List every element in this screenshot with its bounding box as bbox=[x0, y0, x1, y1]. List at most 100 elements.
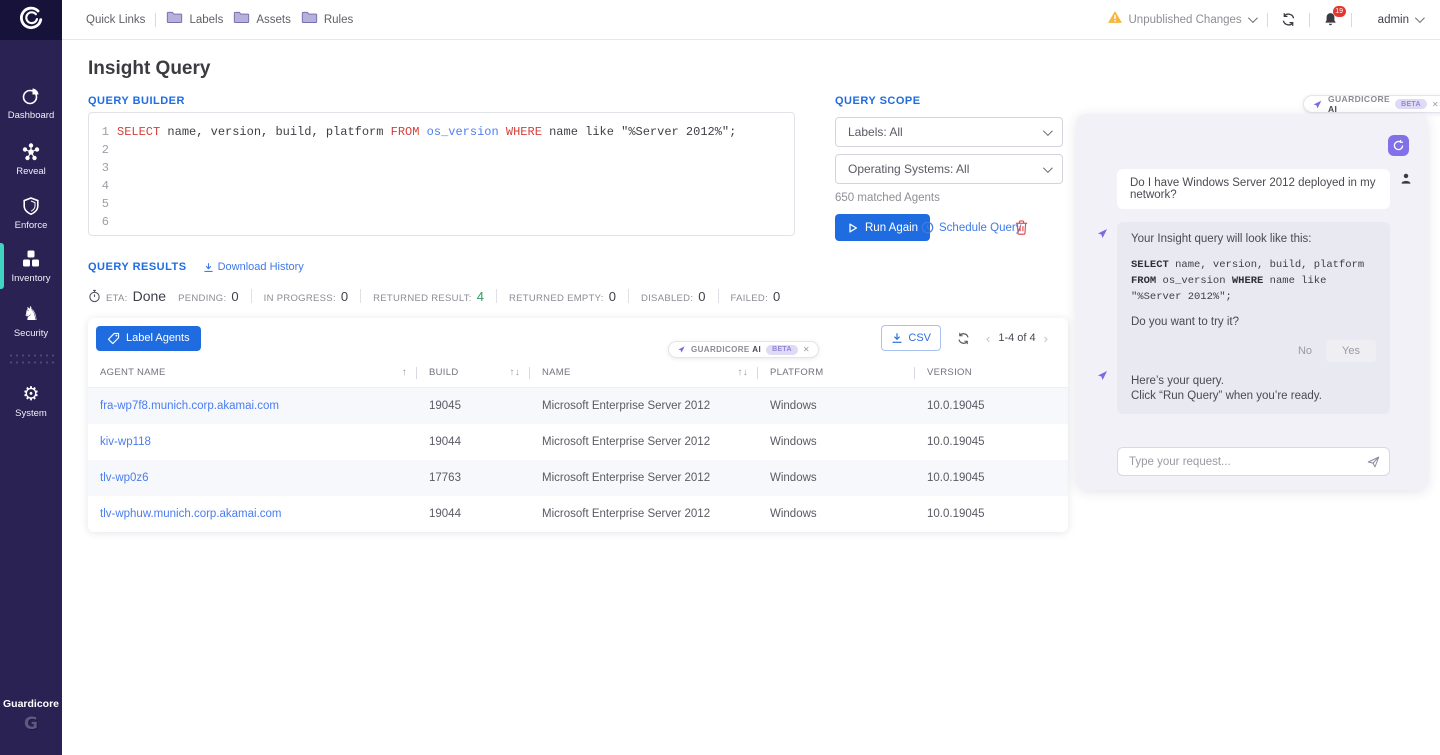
divider bbox=[496, 289, 497, 303]
column-header-platform[interactable]: PLATFORM bbox=[758, 358, 915, 387]
folder-icon bbox=[301, 10, 318, 29]
unpublished-changes-menu[interactable]: Unpublished Changes bbox=[1107, 10, 1255, 29]
sidebar-item-reveal[interactable]: Reveal bbox=[0, 142, 62, 177]
labels-filter-dropdown[interactable]: Labels: All bbox=[835, 117, 1063, 147]
stat-label: PENDING: bbox=[178, 293, 226, 304]
chat-input[interactable] bbox=[1129, 456, 1366, 468]
restart-conversation-button[interactable] bbox=[1388, 135, 1409, 156]
stat-label: RETURNED RESULT: bbox=[373, 293, 472, 304]
table-header-row: AGENT NAME ↑ BUILD ↑↓ NAME ↑↓ PLATFORM V… bbox=[88, 358, 1068, 388]
query-results-section-title: QUERY RESULTS bbox=[88, 261, 187, 273]
sort-both-icon[interactable]: ↑↓ bbox=[509, 367, 520, 378]
quick-links[interactable]: Quick Links bbox=[86, 14, 145, 26]
stat-label: ETA: bbox=[106, 293, 128, 304]
sql-keyword: SELECT bbox=[117, 125, 160, 139]
sidebar-item-security[interactable]: ♞ Security bbox=[0, 304, 62, 339]
ai-chip-label: GUARDICORE AI bbox=[1328, 94, 1390, 114]
stat-value: 0 bbox=[609, 289, 616, 304]
sql-keyword: SELECT bbox=[1131, 259, 1169, 271]
schedule-query-link[interactable]: Schedule Query bbox=[921, 221, 1021, 234]
stat-value: 0 bbox=[341, 289, 348, 304]
guardicore-ai-chip[interactable]: GUARDICORE AI BETA ✕ bbox=[668, 341, 819, 358]
close-icon[interactable]: ✕ bbox=[1432, 100, 1439, 109]
stat-label: DISABLED: bbox=[641, 293, 693, 304]
akamai-guardicore-logo[interactable] bbox=[0, 0, 62, 40]
sidebar-item-system[interactable]: ⚙ System bbox=[0, 384, 62, 419]
column-header-version[interactable]: VERSION bbox=[915, 358, 1068, 387]
tag-icon bbox=[107, 332, 120, 345]
sort-both-icon[interactable]: ↑↓ bbox=[737, 367, 748, 378]
user-message-bubble: Do I have Windows Server 2012 deployed i… bbox=[1117, 169, 1390, 209]
agent-link[interactable]: tlv-wphuw.munich.corp.akamai.com bbox=[100, 508, 282, 520]
stat-returned-empty: RETURNED EMPTY:0 bbox=[509, 289, 616, 304]
sidebar-item-enforce[interactable]: Enforce bbox=[0, 196, 62, 231]
nav-rules[interactable]: Rules bbox=[301, 10, 353, 29]
cell-version: 10.0.19045 bbox=[915, 400, 1068, 412]
table-row[interactable]: fra-wp7f8.munich.corp.akamai.com 19045 M… bbox=[88, 388, 1068, 424]
column-header-build[interactable]: BUILD ↑↓ bbox=[417, 358, 530, 387]
label-agents-button[interactable]: Label Agents bbox=[96, 326, 201, 351]
pagination-next-icon[interactable]: › bbox=[1044, 331, 1048, 346]
sidebar: Dashboard Reveal Enforce Inventory ♞ Sec… bbox=[0, 0, 62, 755]
sql-query-editor[interactable]: 1 SELECT name, version, build, platform … bbox=[88, 112, 795, 236]
line-number: 3 bbox=[97, 159, 109, 177]
run-again-button[interactable]: Run Again bbox=[835, 214, 930, 241]
sidebar-item-dashboard[interactable]: Dashboard bbox=[0, 86, 62, 121]
delete-query-button[interactable] bbox=[1014, 219, 1029, 241]
column-header-agent-name[interactable]: AGENT NAME ↑ bbox=[88, 358, 417, 387]
download-history-label: Download History bbox=[218, 261, 304, 273]
yes-button[interactable]: Yes bbox=[1326, 340, 1376, 362]
guardicore-brand-text: Guardicore bbox=[0, 698, 62, 710]
download-history-link[interactable]: Download History bbox=[203, 261, 304, 273]
network-graph-icon bbox=[21, 142, 41, 162]
table-toolbar: Label Agents GUARDICORE AI BETA ✕ CSV ‹ bbox=[88, 318, 1068, 358]
cell-agent-name: tlv-wphuw.munich.corp.akamai.com bbox=[88, 508, 417, 520]
cell-version: 10.0.19045 bbox=[915, 472, 1068, 484]
table-row[interactable]: tlv-wp0z6 17763 Microsoft Enterprise Ser… bbox=[88, 460, 1068, 496]
nav-assets[interactable]: Assets bbox=[233, 10, 291, 29]
cell-name: Microsoft Enterprise Server 2012 bbox=[530, 400, 758, 412]
ai-message-line2: Click “Run Query” when you’re ready. bbox=[1131, 389, 1376, 404]
ai-chip-label: GUARDICORE AI bbox=[691, 345, 761, 354]
download-icon bbox=[891, 332, 903, 344]
pagination-range: 1-4 of 4 bbox=[998, 332, 1035, 344]
guardicore-ai-chip[interactable]: GUARDICORE AI BETA ✕ bbox=[1303, 95, 1440, 113]
column-header-name[interactable]: NAME ↑↓ bbox=[530, 358, 758, 387]
sidebar-item-label: Enforce bbox=[15, 220, 48, 231]
close-icon[interactable]: ✕ bbox=[803, 345, 810, 354]
nav-rules-text: Rules bbox=[324, 14, 353, 26]
sql-text: name like "%Server 2012%"; bbox=[542, 125, 736, 139]
export-csv-button[interactable]: CSV bbox=[881, 325, 941, 351]
sidebar-item-inventory[interactable]: Inventory bbox=[0, 249, 62, 284]
agent-link[interactable]: tlv-wp0z6 bbox=[100, 472, 149, 484]
ai-send-icon bbox=[1312, 99, 1323, 110]
send-icon[interactable] bbox=[1366, 455, 1381, 469]
table-row[interactable]: kiv-wp118 19044 Microsoft Enterprise Ser… bbox=[88, 424, 1068, 460]
ai-chip-brand: GUARDICORE bbox=[691, 345, 752, 354]
no-button[interactable]: No bbox=[1298, 345, 1312, 357]
agent-link[interactable]: kiv-wp118 bbox=[100, 436, 151, 448]
label-agents-label: Label Agents bbox=[126, 332, 190, 344]
cell-name: Microsoft Enterprise Server 2012 bbox=[530, 436, 758, 448]
ai-chip-brand-bold: AI bbox=[752, 345, 761, 354]
stopwatch-icon bbox=[88, 289, 101, 303]
os-filter-dropdown[interactable]: Operating Systems: All bbox=[835, 154, 1063, 184]
nav-labels[interactable]: Labels bbox=[166, 10, 223, 29]
cell-build: 19045 bbox=[417, 400, 530, 412]
divider bbox=[1267, 13, 1268, 27]
divider bbox=[628, 289, 629, 303]
user-menu[interactable]: admin bbox=[1378, 14, 1422, 26]
refresh-button[interactable] bbox=[1280, 11, 1297, 28]
divider bbox=[718, 289, 719, 303]
chess-knight-icon: ♞ bbox=[22, 304, 39, 324]
refresh-table-button[interactable] bbox=[956, 331, 971, 346]
stat-value: Done bbox=[133, 288, 166, 304]
beta-badge: BETA bbox=[766, 345, 798, 355]
topbar-right: Unpublished Changes 19 admin bbox=[1107, 10, 1423, 29]
agent-link[interactable]: fra-wp7f8.munich.corp.akamai.com bbox=[100, 400, 279, 412]
pagination-prev-icon[interactable]: ‹ bbox=[986, 331, 990, 346]
table-row[interactable]: tlv-wphuw.munich.corp.akamai.com 19044 M… bbox=[88, 496, 1068, 532]
guardicore-logo-mark: G bbox=[0, 714, 62, 734]
sort-ascending-icon[interactable]: ↑ bbox=[402, 367, 407, 378]
notifications-button[interactable]: 19 bbox=[1322, 11, 1339, 28]
